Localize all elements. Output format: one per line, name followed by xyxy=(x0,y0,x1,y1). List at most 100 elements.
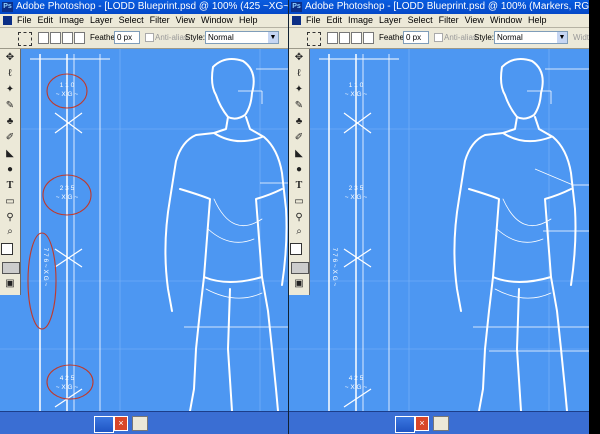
gradient-icon[interactable]: ◣ xyxy=(292,147,306,161)
chevron-down-icon: ▼ xyxy=(557,32,567,43)
shape-icon[interactable]: ▭ xyxy=(292,195,306,209)
menu-image[interactable]: Image xyxy=(348,15,373,25)
subtract-selection-icon[interactable] xyxy=(351,32,362,44)
menu-view[interactable]: View xyxy=(465,15,484,25)
quick-mask-icon[interactable] xyxy=(291,262,309,274)
menu-file[interactable]: File xyxy=(306,15,321,25)
menu-file[interactable]: File xyxy=(17,15,32,25)
right-title-bar[interactable]: Ps Adobe Photoshop - [LODD Blueprint.psd … xyxy=(289,0,589,14)
lasso-icon[interactable]: ℓ xyxy=(3,67,17,81)
move-icon[interactable]: ✥ xyxy=(292,51,306,65)
dodge-icon[interactable]: ● xyxy=(3,163,17,177)
menu-edit[interactable]: Edit xyxy=(38,15,54,25)
style-dropdown[interactable]: Normal ▼ xyxy=(205,31,279,44)
style-label: Style: xyxy=(474,33,495,42)
menu-help[interactable]: Help xyxy=(528,15,547,25)
menu-layer[interactable]: Layer xyxy=(379,15,402,25)
menu-edit[interactable]: Edit xyxy=(327,15,343,25)
foreground-color-swatch[interactable] xyxy=(1,243,13,255)
leader-lines xyxy=(184,68,300,328)
antialias-checkbox[interactable] xyxy=(434,33,443,42)
antialias-label: Anti-alias xyxy=(444,33,477,42)
move-icon[interactable]: ✥ xyxy=(3,51,17,65)
highlight-circle-4 xyxy=(46,364,94,400)
menu-filter[interactable]: Filter xyxy=(150,15,170,25)
gradient-icon[interactable]: ◣ xyxy=(3,147,17,161)
type-icon[interactable]: T xyxy=(3,179,17,193)
add-selection-icon[interactable] xyxy=(339,32,350,44)
right-blueprint-canvas[interactable]: 1 1 0 ~ X G ~ 2 3 5 ~ X G ~ 4 2 5 ~ X G … xyxy=(289,49,589,411)
magic-wand-icon[interactable]: ✦ xyxy=(3,83,17,97)
rect-marquee-tool-icon[interactable] xyxy=(18,32,32,46)
style-value: Normal xyxy=(208,33,234,42)
blueprint-grid xyxy=(0,49,300,411)
left-blueprint-canvas[interactable]: 1 1 0 ~ X G ~ 2 3 5 ~ X G ~ 4 2 5 ~ X G … xyxy=(0,49,300,411)
chevron-down-icon: ▼ xyxy=(268,32,278,43)
rect-marquee-tool-icon[interactable] xyxy=(307,32,321,46)
left-title-bar[interactable]: Ps Adobe Photoshop - [LODD Blueprint.psd … xyxy=(0,0,300,14)
menu-help[interactable]: Help xyxy=(239,15,258,25)
taskbar-window-button[interactable] xyxy=(94,416,114,433)
antialias-label: Anti-alias xyxy=(155,33,188,42)
vertical-marker: 7 7 6 ~ X G ~ xyxy=(42,248,49,287)
type-icon[interactable]: T xyxy=(292,179,306,193)
new-selection-icon[interactable] xyxy=(38,32,49,44)
lasso-icon[interactable]: ℓ xyxy=(292,67,306,81)
new-selection-icon[interactable] xyxy=(327,32,338,44)
restore-icon[interactable] xyxy=(132,416,148,431)
subtract-selection-icon[interactable] xyxy=(62,32,73,44)
close-icon[interactable]: × xyxy=(114,416,128,431)
intersect-selection-icon[interactable] xyxy=(74,32,85,44)
eyedropper-icon[interactable]: ⚲ xyxy=(3,211,17,225)
right-photoshop-window: Ps Adobe Photoshop - [LODD Blueprint.psd … xyxy=(288,0,589,434)
zoom-icon[interactable]: ⌕ xyxy=(292,225,306,239)
marker-number-2: 2 3 5 xyxy=(60,185,75,192)
marker-number-1: 1 1 0 xyxy=(349,82,364,89)
shape-icon[interactable]: ▭ xyxy=(3,195,17,209)
marker-code-2: ~ X G ~ xyxy=(56,194,79,201)
right-window-title: Adobe Photoshop - [LODD Blueprint.psd @ … xyxy=(305,1,589,12)
menu-layer[interactable]: Layer xyxy=(90,15,113,25)
menu-window[interactable]: Window xyxy=(490,15,522,25)
magic-wand-icon[interactable]: ✦ xyxy=(292,83,306,97)
antialias-checkbox[interactable] xyxy=(145,33,154,42)
brush-icon[interactable]: ✎ xyxy=(3,99,17,113)
stamp-icon[interactable]: ♣ xyxy=(292,115,306,129)
style-value: Normal xyxy=(497,33,523,42)
marker-number-3: 4 2 5 xyxy=(349,375,364,382)
menu-window[interactable]: Window xyxy=(201,15,233,25)
menu-filter[interactable]: Filter xyxy=(439,15,459,25)
left-taskbar: × xyxy=(0,411,300,434)
close-icon[interactable]: × xyxy=(415,416,429,431)
menu-image[interactable]: Image xyxy=(59,15,84,25)
marker-code-2: ~ X G ~ xyxy=(345,194,368,201)
restore-icon[interactable] xyxy=(433,416,449,431)
screen-mode-icon[interactable]: ▣ xyxy=(3,277,17,291)
menu-select[interactable]: Select xyxy=(408,15,433,25)
photoshop-app-icon: Ps xyxy=(2,2,13,12)
feather-input[interactable]: 0 px xyxy=(114,31,140,44)
taskbar-window-button[interactable] xyxy=(395,416,415,433)
quick-mask-icon[interactable] xyxy=(2,262,20,274)
foreground-color-swatch[interactable] xyxy=(290,243,302,255)
history-brush-icon[interactable]: ✐ xyxy=(3,131,17,145)
marker-code-1: ~ X G ~ xyxy=(56,91,79,98)
marker-code-1: ~ X G ~ xyxy=(345,91,368,98)
style-dropdown[interactable]: Normal ▼ xyxy=(494,31,568,44)
measurement-rails xyxy=(319,54,399,411)
dodge-icon[interactable]: ● xyxy=(292,163,306,177)
menu-select[interactable]: Select xyxy=(119,15,144,25)
marker-code-3: ~ X G ~ xyxy=(56,384,79,391)
eyedropper-icon[interactable]: ⚲ xyxy=(292,211,306,225)
screen-mode-icon[interactable]: ▣ xyxy=(292,277,306,291)
history-brush-icon[interactable]: ✐ xyxy=(292,131,306,145)
feather-input[interactable]: 0 px xyxy=(403,31,429,44)
document-icon xyxy=(3,16,12,25)
intersect-selection-icon[interactable] xyxy=(363,32,374,44)
marker-labels: 1 1 0 ~ X G ~ 2 3 5 ~ X G ~ 4 2 5 ~ X G … xyxy=(331,82,367,391)
menu-view[interactable]: View xyxy=(176,15,195,25)
zoom-icon[interactable]: ⌕ xyxy=(3,225,17,239)
stamp-icon[interactable]: ♣ xyxy=(3,115,17,129)
brush-icon[interactable]: ✎ xyxy=(292,99,306,113)
add-selection-icon[interactable] xyxy=(50,32,61,44)
